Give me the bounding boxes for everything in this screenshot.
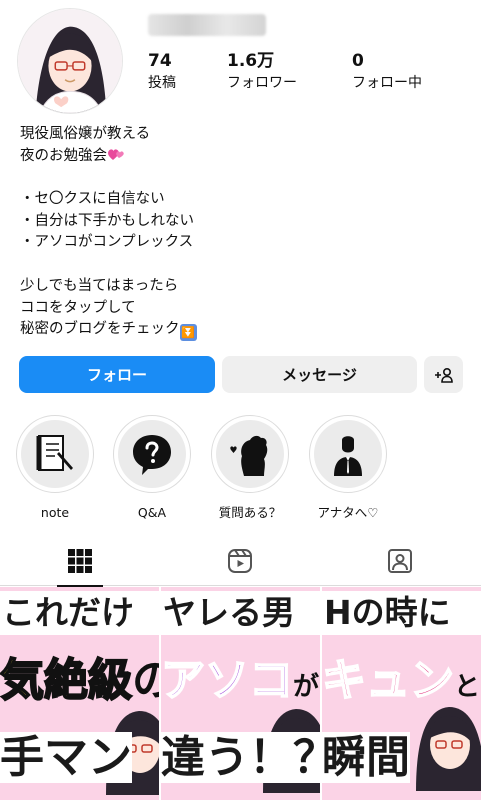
highlight-cover bbox=[21, 420, 89, 488]
bio-line-text: 秘密のブログをチェック bbox=[20, 321, 180, 338]
grid-icon bbox=[68, 549, 92, 573]
highlight-anata[interactable]: アナタへ♡ bbox=[308, 415, 388, 521]
followers-label: フォロワー bbox=[227, 75, 297, 91]
post-headline: Hの時に bbox=[322, 591, 481, 635]
tab-tagged[interactable] bbox=[320, 536, 480, 586]
girl-silhouette-icon bbox=[230, 435, 268, 476]
multi-post-icon bbox=[459, 595, 473, 609]
multi-post-icon bbox=[298, 595, 312, 609]
highlight-ring bbox=[211, 415, 289, 493]
follow-button[interactable]: フォロー bbox=[19, 356, 215, 393]
highlight-label: Q&A bbox=[137, 505, 167, 520]
stat-following[interactable]: 0 フォロー中 bbox=[352, 50, 422, 93]
multi-post-icon bbox=[137, 595, 151, 609]
highlight-cover bbox=[216, 420, 284, 488]
bio-line-text: 夜のお勉強会 bbox=[20, 147, 107, 164]
suggest-people-button[interactable] bbox=[424, 356, 463, 393]
highlight-question[interactable]: 質問ある？ bbox=[210, 415, 290, 521]
bio-line: 少しでも当てはまったら bbox=[20, 277, 179, 294]
highlight-label: 質問ある？ bbox=[218, 505, 282, 520]
man-silhouette-icon bbox=[334, 436, 362, 476]
profile-tabs bbox=[0, 536, 481, 587]
post-title-bottom-text: 瞬間 bbox=[322, 732, 410, 783]
stat-followers[interactable]: 1.6万 フォロワー bbox=[227, 50, 297, 93]
post-thumbnail[interactable]: Hの時に キュンとし 瞬間 bbox=[322, 587, 481, 800]
bio-line: ・自分は下手かもしれない bbox=[20, 212, 194, 229]
bio-line: 秘密のブログをチェック ⏬ bbox=[20, 319, 460, 342]
highlight-ring bbox=[113, 415, 191, 493]
bio-line: ・アソコがコンプレックス bbox=[20, 234, 194, 251]
highlight-cover bbox=[118, 420, 186, 488]
heart-emoji-icon bbox=[108, 149, 124, 160]
post-title-bottom: 瞬間 bbox=[322, 727, 410, 789]
post-title-bottom-text: 手マン bbox=[0, 732, 132, 783]
post-thumbnail[interactable]: これだけ 気絶級の 手マン bbox=[0, 587, 159, 800]
avatar-illustration bbox=[18, 9, 122, 113]
highlight-label: note bbox=[40, 505, 70, 520]
profile-bio: 現役風俗嬢が教える 夜のお勉強会 ・セ〇クスに自信ない ・自分は下手かもしれない… bbox=[20, 124, 460, 342]
bio-line: 夜のお勉強会 bbox=[20, 146, 460, 168]
post-headline-text: ヤレる男 bbox=[163, 593, 295, 632]
post-title-bottom: 違う！？ bbox=[161, 727, 320, 789]
bio-line bbox=[20, 254, 460, 276]
following-count: 0 bbox=[352, 51, 364, 71]
tab-reels[interactable] bbox=[160, 536, 320, 586]
bio-line: ココをタップして bbox=[20, 299, 136, 316]
post-thumbnail[interactable]: ヤレる男 アソコが 違う！？ bbox=[161, 587, 320, 800]
highlight-note[interactable]: note bbox=[15, 415, 95, 521]
add-person-icon bbox=[434, 367, 453, 383]
reels-icon bbox=[228, 549, 252, 573]
double-down-arrow-icon: ⏬ bbox=[179, 324, 197, 342]
followers-count: 1.6万 bbox=[227, 51, 275, 71]
highlight-ring bbox=[309, 415, 387, 493]
post-title-bottom: 手マン bbox=[0, 727, 132, 789]
post-headline-text: Hの時に bbox=[324, 593, 451, 632]
highlight-ring bbox=[16, 415, 94, 493]
post-headline-text: これだけ bbox=[2, 593, 134, 632]
posts-label: 投稿 bbox=[148, 75, 176, 91]
profile-avatar[interactable] bbox=[17, 8, 123, 114]
post-girl-illustration bbox=[416, 707, 481, 791]
stat-posts[interactable]: 74 投稿 bbox=[148, 50, 176, 93]
notebook-pen-icon bbox=[36, 435, 73, 471]
posts-grid: これだけ 気絶級の 手マン ヤレる男 アソコが 違う！？ Hの時に キュンとし bbox=[0, 587, 481, 800]
post-title-bottom-text: 違う！？ bbox=[161, 732, 320, 783]
highlight-qa[interactable]: Q&A bbox=[112, 415, 192, 521]
post-headline: これだけ bbox=[0, 591, 159, 635]
highlight-label: アナタへ♡ bbox=[317, 505, 379, 520]
bio-line bbox=[20, 167, 460, 189]
tab-grid[interactable] bbox=[0, 536, 160, 587]
post-headline: ヤレる男 bbox=[161, 591, 320, 635]
highlight-cover bbox=[314, 420, 382, 488]
question-bubble-icon bbox=[133, 435, 171, 475]
username-blurred bbox=[148, 14, 266, 36]
message-button[interactable]: メッセージ bbox=[222, 356, 417, 393]
following-label: フォロー中 bbox=[352, 75, 422, 91]
tagged-icon bbox=[388, 549, 412, 573]
bio-line: 現役風俗嬢が教える bbox=[20, 126, 151, 142]
bio-line: ・セ〇クスに自信ない bbox=[20, 191, 165, 208]
posts-count: 74 bbox=[148, 51, 172, 71]
